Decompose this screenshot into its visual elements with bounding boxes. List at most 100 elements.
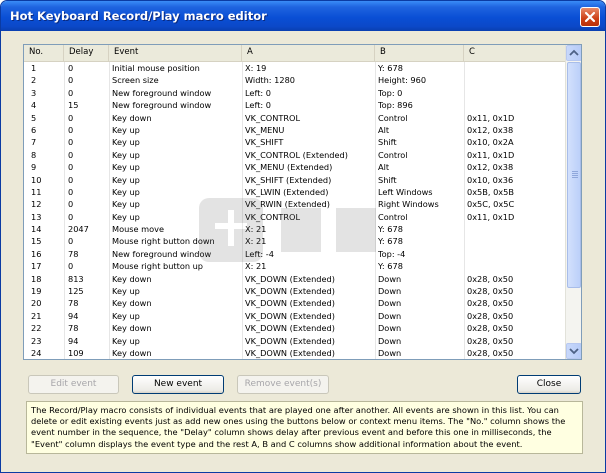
- cell-no: 14: [31, 224, 42, 235]
- table-row[interactable]: 4 15 New foreground window Left: 0 Top: 896: [24, 99, 566, 111]
- column-header-delay[interactable]: Delay: [64, 45, 109, 61]
- cell-event: New foreground window: [112, 248, 212, 259]
- column-header-no[interactable]: No.: [24, 45, 64, 61]
- cell-no: 18: [31, 273, 42, 284]
- cell-event: New foreground window: [112, 100, 212, 111]
- column-header-b[interactable]: B: [375, 45, 464, 61]
- cell-event: Initial mouse position: [112, 63, 200, 73]
- table-row[interactable]: 8 0 Key up VK_CONTROL (Extended) Control 0x11…: [24, 149, 566, 161]
- cell-b: Control: [378, 149, 408, 160]
- scroll-down-button[interactable]: [566, 343, 581, 359]
- arrow-down-icon: [569, 348, 579, 355]
- table-row[interactable]: 17 0 Mouse right button up X: 21 Y: 678: [24, 260, 566, 272]
- column-header-a[interactable]: A: [242, 45, 375, 61]
- cell-delay: 78: [68, 248, 79, 259]
- cell-delay: 0: [68, 199, 74, 210]
- cell-no: 3: [31, 87, 37, 98]
- cell-a: VK_RWIN (Extended): [245, 199, 330, 210]
- cell-c: [467, 74, 557, 86]
- table-row[interactable]: 16 78 New foreground window Left: -4 Top: -4: [24, 248, 566, 260]
- cell-no: 24: [31, 347, 42, 358]
- cell-delay: 78: [68, 298, 79, 309]
- cell-delay: 2047: [68, 224, 89, 235]
- cell-delay: 0: [68, 63, 74, 73]
- cell-delay: 0: [68, 211, 74, 222]
- cell-no: 19: [31, 286, 42, 297]
- cell-no: 23: [31, 335, 42, 346]
- close-window-button[interactable]: [580, 7, 600, 27]
- cell-b: Control: [378, 211, 408, 222]
- cell-event: Key up: [112, 149, 140, 160]
- table-row[interactable]: 1 0 Initial mouse position X: 19 Y: 678: [24, 62, 566, 74]
- cell-event: Screen size: [112, 75, 159, 86]
- table-row[interactable]: 23 94 Key up VK_DOWN (Extended) Down 0x28, 0x…: [24, 335, 566, 347]
- cell-a: VK_DOWN (Extended): [245, 335, 335, 346]
- table-row[interactable]: 15 0 Mouse right button down X: 21 Y: 678: [24, 235, 566, 247]
- column-header-c[interactable]: C: [464, 45, 566, 61]
- table-row[interactable]: 18 813 Key down VK_DOWN (Extended) Down 0x28,…: [24, 273, 566, 285]
- scroll-up-button[interactable]: [566, 45, 581, 61]
- table-row[interactable]: 14 2047 Mouse move X: 21 Y: 678: [24, 223, 566, 235]
- vertical-scrollbar[interactable]: [565, 45, 581, 359]
- cell-delay: 78: [68, 323, 79, 334]
- cell-a: VK_SHIFT (Extended): [245, 174, 332, 185]
- cell-a: VK_CONTROL (Extended): [245, 149, 348, 160]
- cell-b: Down: [378, 298, 402, 309]
- cell-b: Top: 896: [378, 100, 413, 111]
- cell-delay: 125: [68, 286, 84, 297]
- table-row[interactable]: 6 0 Key up VK_MENU Alt 0x12, 0x38: [24, 124, 566, 136]
- cell-delay: 94: [68, 310, 79, 321]
- cell-b: Shift: [378, 174, 397, 185]
- cell-event: Mouse move: [112, 224, 165, 235]
- grip-line: [572, 177, 578, 178]
- cell-no: 5: [31, 112, 37, 123]
- cell-event: Key up: [112, 186, 140, 197]
- cell-no: 11: [31, 186, 42, 197]
- cell-event: Key up: [112, 335, 140, 346]
- column-header-event[interactable]: Event: [109, 45, 242, 61]
- cell-b: Left Windows: [378, 186, 433, 197]
- table-row[interactable]: 7 0 Key up VK_SHIFT Shift 0x10, 0x2A: [24, 136, 566, 148]
- table-row[interactable]: 2 0 Screen size Width: 1280 Height: 960: [24, 74, 566, 86]
- table-row[interactable]: 24 109 Key down VK_DOWN (Extended) Down 0x28,…: [24, 347, 566, 359]
- table-row[interactable]: 12 0 Key up VK_RWIN (Extended) Right Windows…: [24, 198, 566, 210]
- events-list[interactable]: No. Delay Event A B C 1 0 Initial mouse po…: [23, 44, 582, 360]
- cell-delay: 94: [68, 335, 79, 346]
- cell-b: Alt: [378, 124, 390, 135]
- cell-c: [467, 260, 557, 272]
- grip-line: [572, 173, 578, 174]
- table-row[interactable]: 5 0 Key down VK_CONTROL Control 0x11, 0x1D: [24, 112, 566, 124]
- table-row[interactable]: 19 125 Key up VK_DOWN (Extended) Down 0x28, 0…: [24, 285, 566, 297]
- cell-b: Y: 678: [378, 261, 403, 272]
- cell-no: 2: [31, 75, 37, 86]
- cell-b: Right Windows: [378, 199, 439, 210]
- cell-c: 0x28, 0x50: [467, 273, 514, 284]
- cell-a: VK_CONTROL: [245, 112, 301, 123]
- cell-c: 0x5C, 0x5C: [467, 199, 515, 210]
- cell-event: Key up: [112, 174, 140, 185]
- table-row[interactable]: 11 0 Key up VK_LWIN (Extended) Left Windows 0…: [24, 186, 566, 198]
- scrollbar-thumb[interactable]: [567, 62, 581, 288]
- cell-b: Top: -4: [378, 248, 406, 259]
- table-row[interactable]: 3 0 New foreground window Left: 0 Top: 0: [24, 87, 566, 99]
- cell-event: Mouse right button up: [112, 261, 204, 272]
- cell-no: 7: [31, 137, 37, 148]
- table-row[interactable]: 13 0 Key up VK_CONTROL Control 0x11, 0x1D: [24, 211, 566, 223]
- table-row[interactable]: 21 94 Key up VK_DOWN (Extended) Down 0x28, 0x…: [24, 310, 566, 322]
- cell-event: Key up: [112, 211, 140, 222]
- cell-c: 0x10, 0x36: [467, 174, 514, 185]
- cell-c: 0x28, 0x50: [467, 335, 514, 346]
- close-button[interactable]: Close: [517, 375, 581, 394]
- table-row[interactable]: 10 0 Key up VK_SHIFT (Extended) Shift 0x10, 0…: [24, 174, 566, 186]
- cell-c: [467, 62, 557, 74]
- cell-c: [467, 87, 557, 99]
- edit-event-button[interactable]: Edit event: [28, 375, 119, 394]
- cell-a: Left: -4: [245, 248, 274, 259]
- table-row[interactable]: 20 78 Key down VK_DOWN (Extended) Down 0x28, …: [24, 297, 566, 309]
- cell-c: 0x28, 0x50: [467, 286, 514, 297]
- title-bar[interactable]: Hot Keyboard Record/Play macro editor: [1, 1, 605, 31]
- remove-events-button[interactable]: Remove event(s): [237, 375, 329, 394]
- new-event-button[interactable]: New event: [132, 375, 224, 394]
- table-row[interactable]: 9 0 Key up VK_MENU (Extended) Alt 0x12, 0x38: [24, 161, 566, 173]
- table-row[interactable]: 22 78 Key down VK_DOWN (Extended) Down 0x28, …: [24, 322, 566, 334]
